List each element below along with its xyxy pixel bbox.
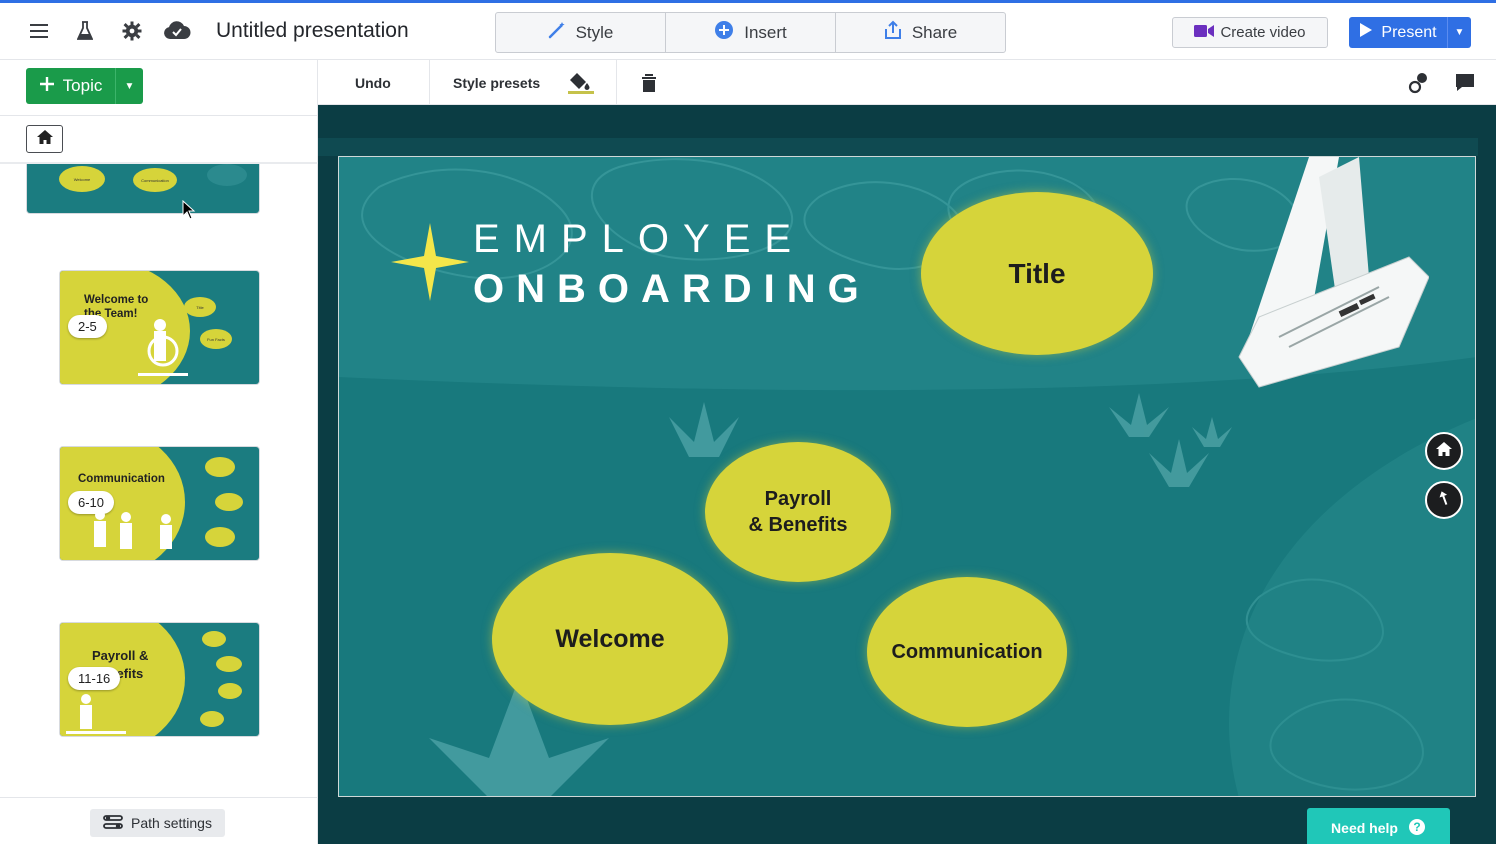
hamburger-menu-icon[interactable]: [26, 18, 52, 44]
mini-topic: [218, 683, 242, 699]
play-icon: [1359, 22, 1373, 43]
back-nav-button[interactable]: [1425, 481, 1463, 519]
flask-icon[interactable]: [72, 18, 98, 44]
gear-icon[interactable]: [119, 18, 145, 44]
mini-topic: Communication: [133, 168, 177, 192]
divider: [0, 797, 318, 798]
question-circle-icon: ?: [1408, 818, 1426, 839]
create-video-label: Create video: [1220, 24, 1306, 41]
slide-thumbnail-list: Welcome Communication Welcome to the Tea…: [0, 164, 318, 796]
paint-bucket-icon[interactable]: [568, 60, 594, 105]
editing-canvas[interactable]: EMPLOYEE ONBOARDING Title Payroll & Bene…: [318, 105, 1496, 844]
divider: [429, 60, 430, 105]
style-presets-button[interactable]: Style presets: [453, 60, 540, 105]
back-arrow-icon: [1435, 489, 1453, 512]
need-help-button[interactable]: Need help ?: [1307, 808, 1450, 844]
tab-insert[interactable]: Insert: [666, 13, 836, 52]
path-settings-label: Path settings: [131, 815, 212, 831]
undo-button[interactable]: Undo: [355, 60, 391, 105]
present-label: Present: [1381, 23, 1437, 41]
mini-topic: Welcome: [59, 166, 105, 192]
mini-topic: [202, 631, 226, 647]
comment-icon[interactable]: [1455, 60, 1475, 105]
top-bar: Untitled presentation Style Insert Share: [0, 0, 1496, 60]
slide-thumbnail-overview[interactable]: Welcome Communication: [27, 164, 259, 213]
create-video-button[interactable]: Create video: [1172, 17, 1328, 48]
need-help-label: Need help: [1331, 820, 1398, 836]
topic-communication[interactable]: Communication: [867, 577, 1067, 727]
share-upload-icon: [884, 20, 902, 45]
present-main[interactable]: Present: [1349, 17, 1447, 48]
plus-icon: [39, 76, 55, 97]
thumb-illustration: [138, 319, 188, 376]
divider: [0, 115, 318, 116]
app-root: Untitled presentation Style Insert Share: [0, 0, 1496, 844]
cloud-check-icon: [162, 18, 192, 44]
plus-circle-icon: [714, 20, 734, 45]
thumb-illustration: [66, 694, 126, 734]
home-nav-button[interactable]: [1425, 432, 1463, 470]
mini-topic: [200, 711, 224, 727]
topic-title[interactable]: Title: [921, 192, 1153, 355]
thumb-range-badge: 2-5: [68, 315, 107, 338]
tab-share-label: Share: [911, 22, 958, 42]
topic-payroll-label-line2: & Benefits: [748, 514, 848, 536]
slide-title-line2[interactable]: ONBOARDING: [473, 267, 871, 312]
present-button[interactable]: Present ▼: [1349, 17, 1471, 48]
path-settings-button[interactable]: Path settings: [90, 809, 225, 837]
sidebar: Topic ▼ Welcome Communication Welcome to…: [0, 60, 318, 844]
divider: [616, 60, 617, 105]
thumb-range-badge: 11-16: [68, 667, 121, 690]
presentation-title[interactable]: Untitled presentation: [216, 18, 409, 44]
mini-topic: [216, 656, 242, 672]
add-topic-main[interactable]: Topic: [26, 68, 115, 104]
topic-label: Topic: [62, 76, 103, 95]
slide-thumbnail-communication[interactable]: Communication 6-10: [60, 447, 259, 560]
thumb-title: Communication: [78, 473, 165, 485]
topic-dropdown-caret[interactable]: ▼: [115, 68, 143, 104]
video-camera-icon: [1194, 24, 1215, 42]
present-dropdown-caret[interactable]: ▼: [1447, 17, 1471, 48]
slide-title-line1[interactable]: EMPLOYEE: [473, 217, 805, 262]
thumb-illustration: [94, 510, 172, 549]
svg-text:?: ?: [1413, 820, 1420, 834]
sailboat-illustration: [1238, 157, 1429, 388]
tab-insert-label: Insert: [744, 22, 787, 42]
mini-topic: [205, 457, 235, 477]
tab-style[interactable]: Style: [496, 13, 666, 52]
tab-share[interactable]: Share: [836, 13, 1005, 52]
slide-thumbnail-welcome[interactable]: Welcome to the Team! 2-5 Title Fun Facts: [60, 271, 259, 384]
star-decoration-icon: [391, 223, 469, 301]
mini-topic: [205, 527, 235, 547]
topic-communication-label: Communication: [891, 640, 1043, 663]
overview-home-button[interactable]: [26, 125, 63, 153]
trash-icon[interactable]: [641, 60, 657, 105]
tab-style-label: Style: [575, 22, 614, 42]
mini-topic: Title: [184, 297, 216, 317]
presentation-slide[interactable]: EMPLOYEE ONBOARDING Title Payroll & Bene…: [338, 156, 1476, 797]
topic-welcome[interactable]: Welcome: [492, 553, 728, 725]
sliders-icon: [103, 814, 123, 833]
topic-welcome-label: Welcome: [555, 624, 665, 653]
home-icon: [1435, 441, 1453, 462]
add-topic-button[interactable]: Topic ▼: [26, 68, 143, 104]
mini-decor: [207, 164, 247, 186]
slide-thumbnail-payroll[interactable]: Payroll & Benefits 11-16: [60, 623, 259, 736]
topic-title-label: Title: [1008, 257, 1066, 289]
topic-payroll-benefits[interactable]: Payroll & Benefits: [705, 442, 891, 582]
magic-wand-icon: [548, 21, 566, 44]
home-icon: [36, 129, 54, 150]
mini-topic: [215, 493, 243, 511]
mouse-cursor-icon: [182, 200, 196, 220]
mini-topic: Fun Facts: [200, 329, 232, 349]
topic-payroll-label-line1: Payroll: [764, 488, 832, 510]
edit-toolbar: Undo Style presets: [318, 60, 1496, 105]
main-tabs: Style Insert Share: [495, 12, 1006, 53]
canvas-band: [318, 138, 1478, 156]
collaborators-icon[interactable]: [1408, 60, 1430, 105]
